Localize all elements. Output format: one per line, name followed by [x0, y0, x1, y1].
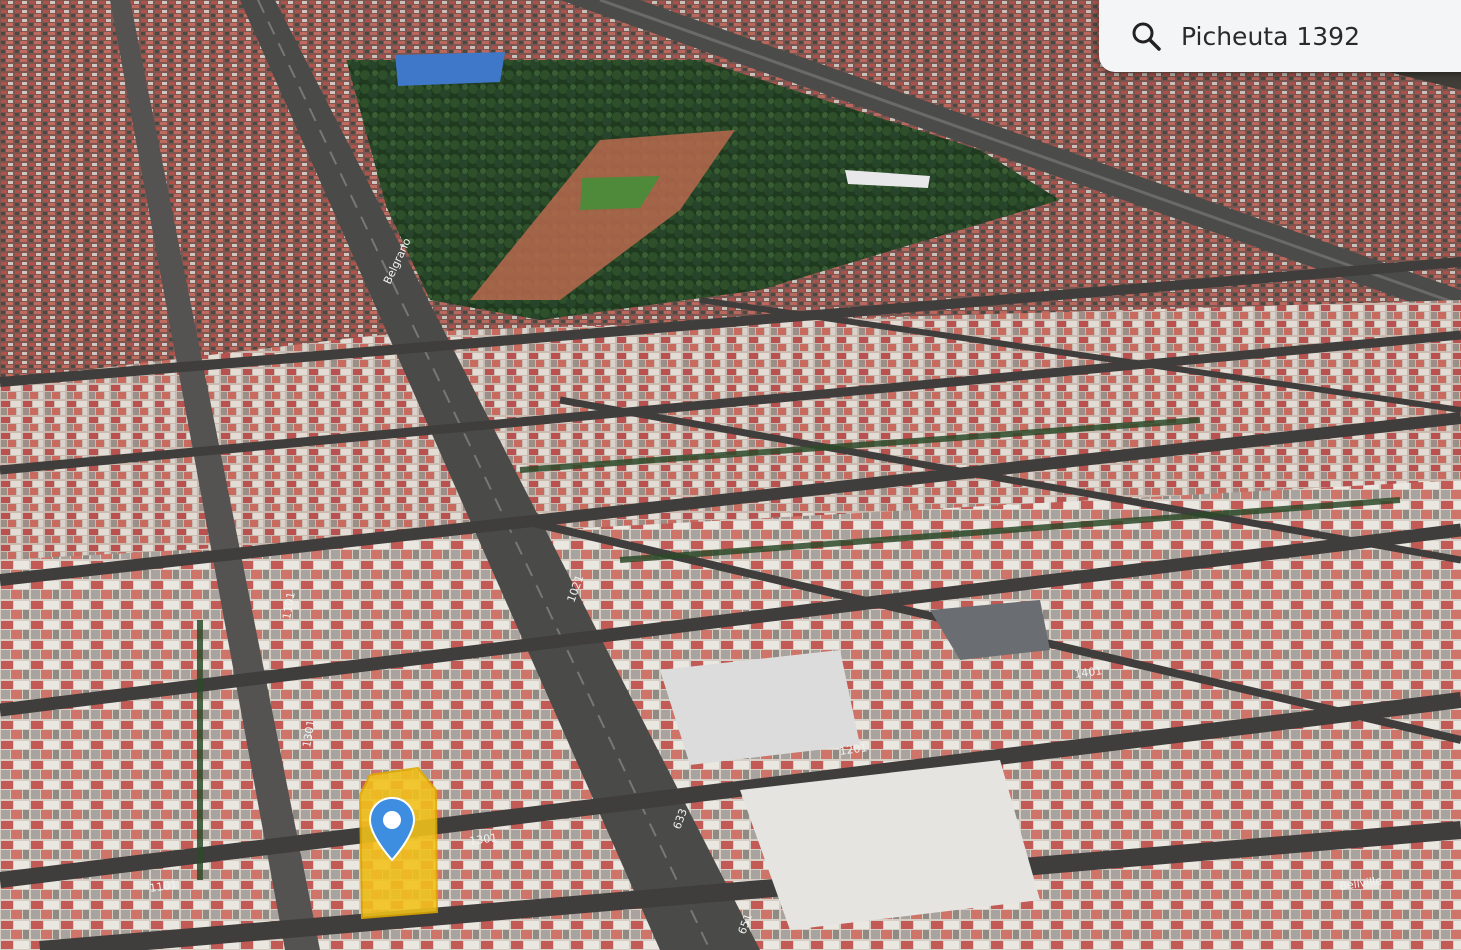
search-icon[interactable]	[1129, 19, 1163, 53]
search-input[interactable]	[1181, 21, 1441, 51]
search-bar[interactable]	[1099, 0, 1461, 72]
location-pin-icon[interactable]	[367, 796, 417, 862]
satellite-map-canvas[interactable]: 1101 1201 1301 1401 1301 1101 633 651 10…	[0, 0, 1461, 950]
